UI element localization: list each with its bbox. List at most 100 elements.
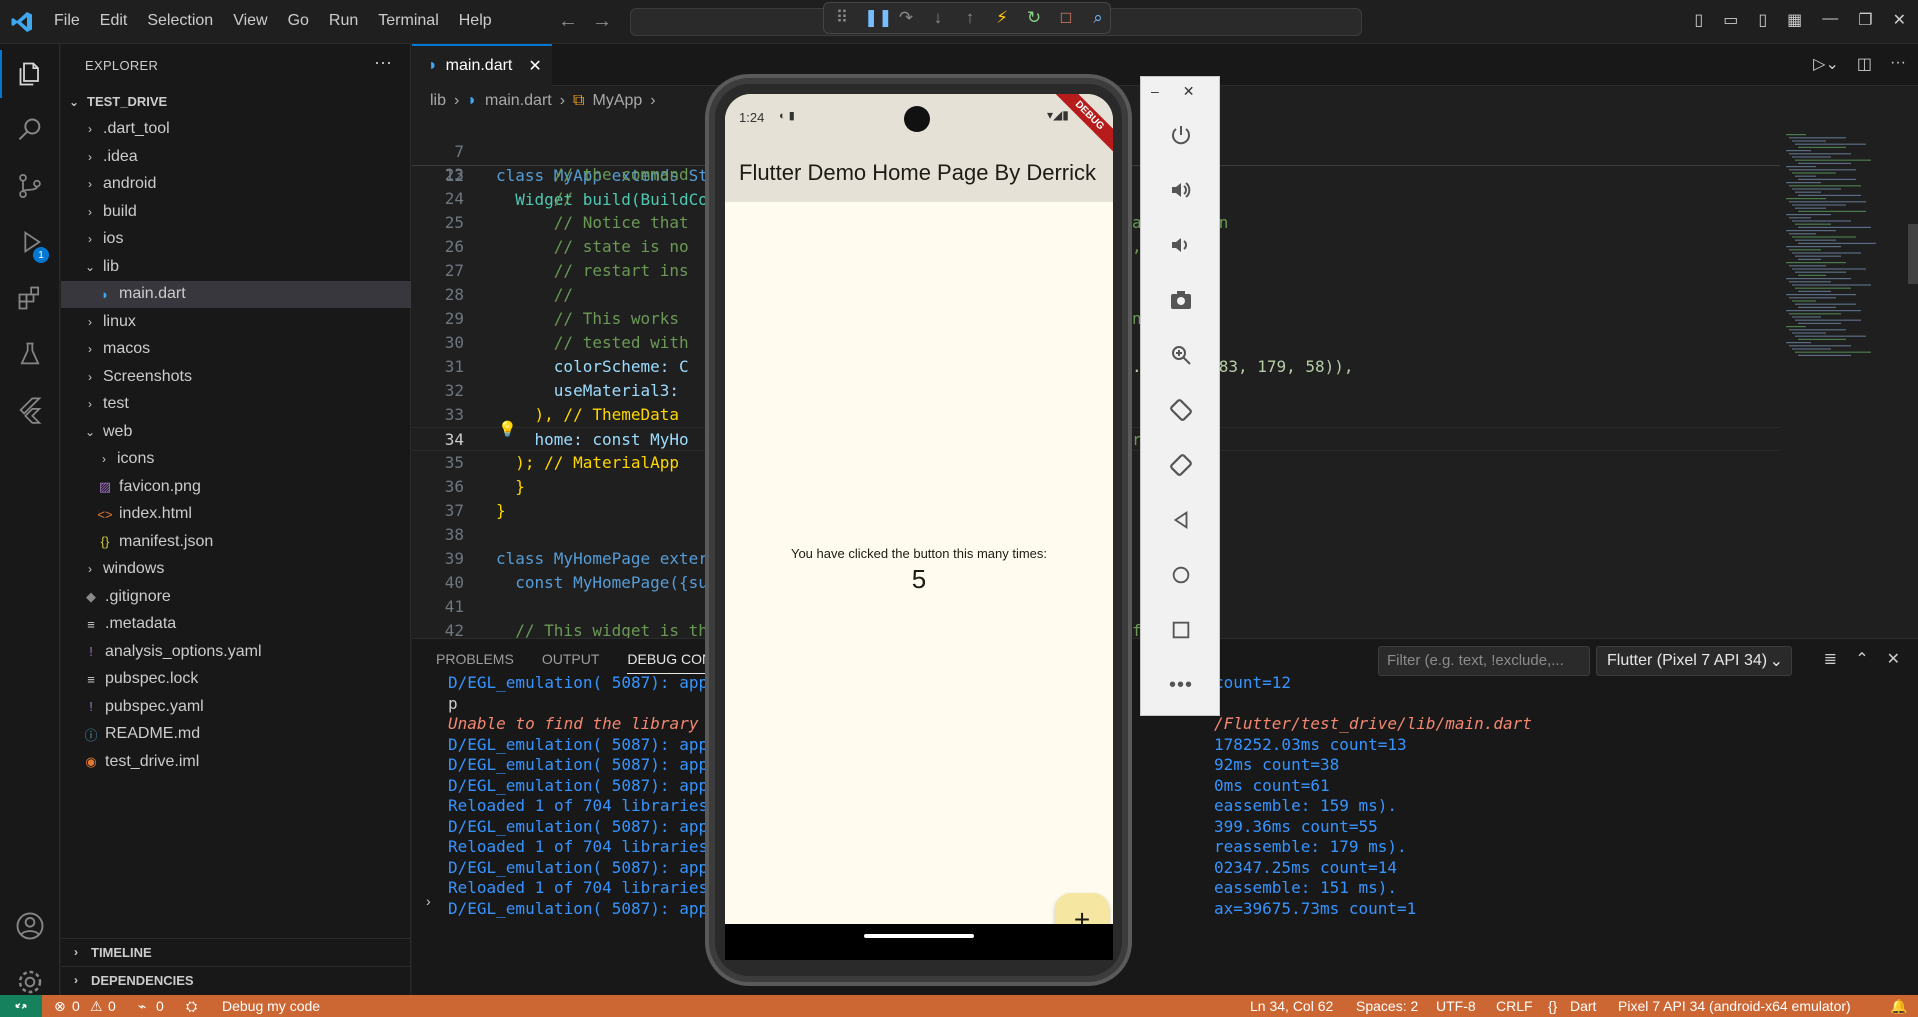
search-icon[interactable] — [0, 106, 60, 154]
file-item[interactable]: ▨ favicon.png — [61, 473, 411, 501]
folder-item[interactable]: › linux — [61, 308, 411, 336]
folder-item[interactable]: › .dart_tool — [61, 116, 411, 144]
step-out-icon[interactable]: ↑ — [960, 8, 980, 28]
tab-main-dart[interactable]: ◗ main.dart ✕ — [412, 44, 552, 86]
device-status[interactable]: Pixel 7 API 34 (android-x64 emulator) — [1618, 998, 1851, 1014]
close-panel-icon[interactable]: ✕ — [1887, 649, 1900, 669]
more-actions-icon[interactable]: ··· — [374, 52, 392, 73]
back-icon[interactable] — [1141, 500, 1221, 540]
explorer-icon[interactable] — [0, 50, 60, 98]
overview-icon[interactable] — [1141, 610, 1221, 650]
file-item[interactable]: <> index.html — [61, 501, 411, 529]
lightbulb-icon[interactable]: 💡 — [498, 420, 517, 438]
minimize-icon[interactable]: — — [1822, 10, 1838, 30]
split-editor-icon[interactable]: ◫ — [1857, 54, 1872, 74]
warning-icon[interactable]: ⚠ — [90, 998, 103, 1015]
folder-item[interactable]: › macos — [61, 336, 411, 364]
error-count[interactable]: 0 — [72, 998, 80, 1014]
menu-terminal[interactable]: Terminal — [378, 12, 438, 30]
menu-edit[interactable]: Edit — [100, 12, 128, 30]
remote-indicator-icon[interactable] — [0, 995, 42, 1017]
volume-down-icon[interactable] — [1141, 225, 1221, 265]
line-endings[interactable]: CRLF — [1496, 998, 1533, 1014]
console-prompt-icon[interactable]: › — [426, 893, 431, 909]
breadcrumb-file[interactable]: main.dart — [485, 92, 552, 110]
menu-selection[interactable]: Selection — [147, 12, 213, 30]
file-item[interactable]: ! pubspec.yaml — [61, 693, 411, 721]
toggle-panel-icon[interactable]: ▭ — [1723, 10, 1738, 30]
ports-count[interactable]: 0 — [156, 998, 164, 1014]
flutter-icon[interactable] — [0, 386, 60, 434]
menu-help[interactable]: Help — [459, 12, 492, 30]
close-window-icon[interactable]: ✕ — [1893, 10, 1906, 30]
menu-file[interactable]: File — [54, 12, 80, 30]
rotate-left-icon[interactable] — [1141, 390, 1221, 430]
toggle-sidebar-icon[interactable]: ▯ — [1694, 10, 1703, 30]
language-mode[interactable]: Dart — [1570, 998, 1596, 1014]
emulator-minimize-icon[interactable]: – — [1151, 83, 1159, 100]
home-gesture-handle[interactable] — [864, 934, 974, 938]
run-debug-dropdown-icon[interactable]: ▷⌄ — [1813, 54, 1839, 74]
customize-layout-icon[interactable]: ▦ — [1787, 10, 1802, 30]
folder-item[interactable]: › ios — [61, 226, 411, 254]
device-select[interactable]: Flutter (Pixel 7 API 34) ⌄ — [1596, 646, 1792, 676]
folder-item[interactable]: ⌄ web — [61, 418, 411, 446]
volume-up-icon[interactable] — [1141, 170, 1221, 210]
folder-item[interactable]: › windows — [61, 556, 411, 584]
console-filter-input[interactable]: Filter (e.g. text, !exclude,... — [1378, 646, 1590, 676]
folder-item[interactable]: › Screenshots — [61, 363, 411, 391]
debug-mode-icon[interactable]: ⛭ — [186, 998, 197, 1015]
file-item[interactable]: ◆ .gitignore — [61, 583, 411, 611]
run-debug-icon[interactable]: 1 — [0, 218, 60, 266]
file-item[interactable]: ≡ .metadata — [61, 611, 411, 639]
encoding[interactable]: UTF-8 — [1436, 998, 1476, 1014]
file-item[interactable]: ! analysis_options.yaml — [61, 638, 411, 666]
account-icon[interactable] — [0, 902, 60, 950]
step-into-icon[interactable]: ↓ — [928, 8, 948, 28]
step-over-icon[interactable]: ↷ — [896, 8, 916, 28]
folder-item[interactable]: › .idea — [61, 143, 411, 171]
error-icon[interactable]: ⊗ — [54, 998, 66, 1015]
file-item[interactable]: ⓘ README.md — [61, 721, 411, 749]
folder-item[interactable]: › icons — [61, 446, 411, 474]
devtools-search-icon[interactable]: ⌕ — [1088, 8, 1108, 28]
restore-icon[interactable]: ❐ — [1858, 10, 1872, 30]
file-item[interactable]: ◗ main.dart — [61, 280, 411, 308]
clear-console-icon[interactable]: ≣ — [1824, 649, 1837, 669]
home-icon[interactable] — [1141, 555, 1221, 595]
minimap[interactable] — [1780, 114, 1918, 634]
file-item[interactable]: ◉ test_drive.iml — [61, 748, 411, 776]
drag-handle-icon[interactable]: ⠿ — [832, 8, 852, 28]
pause-icon[interactable]: ❚❚ — [864, 8, 893, 28]
tree-root[interactable]: ⌄ TEST_DRIVE — [61, 88, 411, 116]
hot-reload-icon[interactable]: ⚡ — [992, 8, 1012, 28]
warning-count[interactable]: 0 — [108, 998, 116, 1014]
cursor-position[interactable]: Ln 34, Col 62 — [1250, 998, 1333, 1014]
source-control-icon[interactable] — [0, 162, 60, 210]
more-options-icon[interactable]: ••• — [1141, 665, 1221, 705]
emulator-close-icon[interactable]: ✕ — [1183, 83, 1195, 100]
folder-item[interactable]: ⌄ lib — [61, 253, 411, 281]
power-icon[interactable] — [1141, 115, 1221, 155]
zoom-icon[interactable] — [1141, 335, 1221, 375]
phone-screen[interactable]: 1:24 ◐ ▮ ▾◢▮ Flutter Demo Home Page By D… — [725, 94, 1113, 960]
breadcrumb-lib[interactable]: lib — [430, 92, 446, 110]
indentation[interactable]: Spaces: 2 — [1356, 998, 1418, 1014]
back-arrow-icon[interactable]: ← — [558, 10, 578, 33]
stop-icon[interactable]: □ — [1056, 8, 1076, 28]
testing-icon[interactable] — [0, 330, 60, 378]
file-item[interactable]: {} manifest.json — [61, 528, 411, 556]
language-braces-icon[interactable]: {} — [1548, 998, 1557, 1014]
menu-go[interactable]: Go — [288, 12, 309, 30]
editor-more-icon[interactable]: ··· — [1890, 54, 1906, 74]
rotate-right-icon[interactable] — [1141, 445, 1221, 485]
timeline-section[interactable]: › TIMELINE — [61, 938, 411, 965]
menu-run[interactable]: Run — [329, 12, 358, 30]
dependencies-section[interactable]: › DEPENDENCIES — [61, 966, 411, 993]
forward-arrow-icon[interactable]: → — [592, 10, 612, 33]
camera-icon[interactable] — [1141, 280, 1221, 320]
menu-view[interactable]: View — [233, 12, 267, 30]
toggle-secondary-sidebar-icon[interactable]: ▯ — [1758, 10, 1767, 30]
notifications-bell-icon[interactable]: 🔔 — [1890, 998, 1907, 1015]
debug-my-code[interactable]: Debug my code — [222, 998, 320, 1014]
